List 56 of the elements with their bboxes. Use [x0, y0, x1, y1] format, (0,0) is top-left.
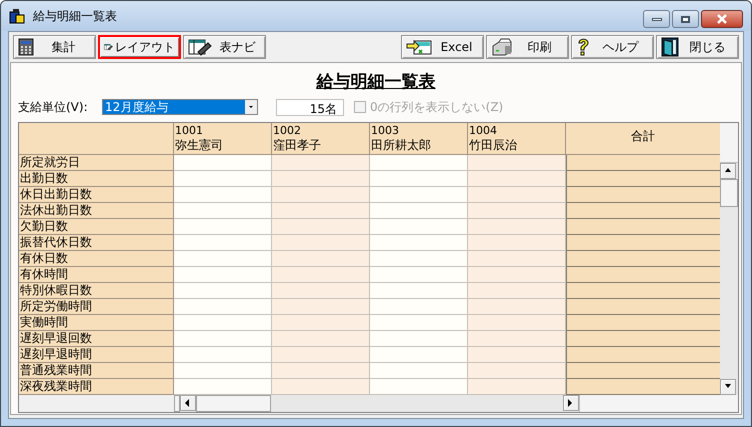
door-icon: [661, 37, 679, 57]
window-title: 給与明細一覧表: [33, 8, 118, 25]
row-header: 所定労働時間: [19, 299, 174, 315]
arrow-left-icon: [184, 399, 192, 407]
row-header: 特別休暇日数: [19, 283, 174, 299]
close-icon: [716, 14, 728, 24]
toolbar-button[interactable]: 閉じる: [656, 35, 739, 59]
row-header: 深夜残業時間: [19, 379, 174, 395]
row-header: 欠勤日数: [19, 219, 174, 235]
toolbar-button[interactable]: ヘルプ: [571, 35, 654, 59]
arrow-right-icon: [567, 399, 575, 407]
row-header: 遅刻早退時間: [19, 347, 174, 363]
row-header: 所定就労日: [19, 155, 174, 171]
question-mark-icon: [576, 37, 590, 57]
arrow-up-icon: [724, 167, 732, 175]
row-header: 遅刻早退回数: [19, 331, 174, 347]
employee-header: 1004 竹田辰治: [468, 123, 566, 155]
pay-unit-select[interactable]: 12月度給与: [102, 99, 258, 115]
pay-unit-label: 支給単位(V):: [18, 99, 89, 116]
toolbar-button[interactable]: レイアウト: [98, 35, 181, 59]
employee-header: 1003 田所耕太郎: [370, 123, 468, 155]
row-header: 出勤日数: [19, 171, 174, 187]
toolbar-button[interactable]: 印刷: [486, 35, 569, 59]
minimize-button[interactable]: [643, 10, 670, 28]
row-header: 実働時間: [19, 315, 174, 331]
vertical-scrollbar[interactable]: [720, 123, 738, 395]
toolbar-button[interactable]: 集計: [13, 35, 96, 59]
employee-header: 1001 弥生憲司: [174, 123, 272, 155]
scroll-down-button[interactable]: [720, 379, 736, 395]
table-pencil-icon: [188, 38, 212, 56]
printer-icon: [491, 38, 513, 56]
total-header: 合計: [566, 123, 720, 155]
row-header: 有休日数: [19, 251, 174, 267]
scroll-right-button[interactable]: [563, 395, 579, 411]
count-field: 15名: [276, 98, 344, 116]
scroll-thumb[interactable]: [720, 179, 738, 207]
close-button[interactable]: [701, 10, 743, 28]
horizontal-scrollbar[interactable]: [19, 395, 738, 412]
scroll-up-button[interactable]: [720, 163, 736, 179]
calculator-icon: [18, 38, 34, 56]
row-header: 普通残業時間: [19, 363, 174, 379]
row-header: 休日出勤日数: [19, 187, 174, 203]
row-header: 振替代休日数: [19, 235, 174, 251]
app-icon: [9, 8, 25, 24]
scroll-thumb[interactable]: [196, 395, 271, 412]
employee-header: 1002 窪田孝子: [272, 123, 370, 155]
row-header: 法休出勤日数: [19, 203, 174, 219]
row-header: 有休時間: [19, 267, 174, 283]
toolbar-button[interactable]: Excel: [401, 35, 484, 59]
export-arrow-icon: [406, 38, 432, 56]
scroll-left-button[interactable]: [180, 395, 196, 411]
report-heading: 給与明細一覧表: [316, 70, 436, 94]
scroll-thumb[interactable]: [174, 395, 180, 412]
hide-zero-label: 0の行列を表示しない(Z): [370, 99, 504, 116]
maximize-button[interactable]: [672, 10, 699, 28]
toolbar-button[interactable]: 表ナビ: [183, 35, 266, 59]
